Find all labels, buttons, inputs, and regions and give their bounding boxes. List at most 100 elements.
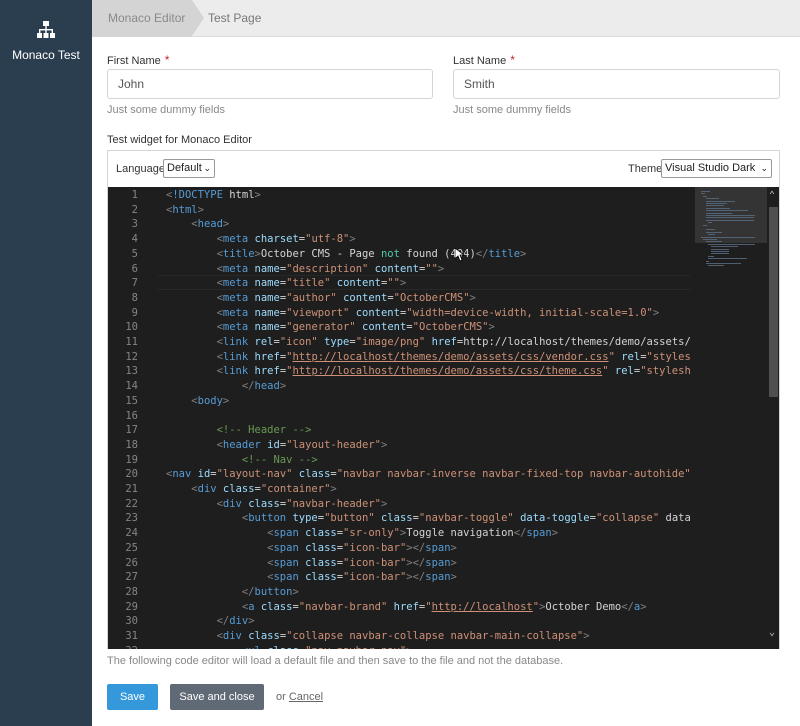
theme-select[interactable]: Visual Studio Dark ⌄ [661,159,772,178]
line-number: 3 [131,218,138,231]
minimap-line [705,219,754,221]
breadcrumb-item-test-page: Test Page [208,11,262,25]
minimap-line [705,200,736,202]
code-line: <meta name="title" content=""> [216,277,407,290]
line-number: 13 [125,365,138,378]
line-number: 9 [131,306,138,319]
theme-label: Theme [628,163,663,175]
chevron-down-icon: ⌄ [203,163,211,173]
line-number: 28 [125,585,138,598]
minimap-line [710,251,729,252]
code-line: <!-- Header --> [166,424,312,437]
line-number: 1 [131,189,138,201]
last-name-input[interactable] [453,69,780,99]
code-line: <span class="sr-only">Toggle navigation<… [267,527,559,540]
minimap-line [705,212,733,214]
line-number: 20 [125,468,138,481]
scrollbar-thumb[interactable] [769,207,778,397]
minimap-line [703,224,707,226]
code-line: <!-- Nav --> [166,453,318,466]
code-line: <title>October CMS - Page not found (404… [216,247,527,260]
minimap-line [708,234,716,236]
code-editor[interactable]: 1 2 3 4 5 6 7 8 9 10 11 12 13 14 15 16 17 18 19 20 21 22 23 24 2… [108,187,779,649]
line-number: 23 [125,512,138,525]
last-name-label-text: Last Name [453,55,507,67]
line-number: 17 [125,424,138,437]
line-number: 15 [125,394,138,407]
code-line: <meta name="description" content=""> [216,262,445,275]
sitemap-icon [36,20,56,40]
line-number: 16 [125,409,138,422]
line-number: 26 [125,556,138,569]
code-line: <ul class="nav navbar-nav"> [166,644,413,649]
save-and-close-button[interactable]: Save and close [170,684,264,710]
line-number: 32 [108,644,138,649]
editor-help-text: The following code editor will load a de… [107,655,564,667]
minimap-line [701,236,755,238]
line-number-gutter: 1 2 3 4 5 6 7 8 9 10 11 12 13 14 15 16 17 18 19 20 21 22 23 24 2… [108,187,158,649]
sidebar-item-monaco-test[interactable]: Monaco Test [0,0,92,80]
scroll-up-icon[interactable]: ⌃ [769,190,775,201]
breadcrumb-item-monaco-editor[interactable]: Monaco Editor [92,0,204,37]
code-line: <meta name="generator" content="OctoberC… [216,321,495,334]
last-name-label: Last Name * [453,53,515,67]
line-number: 21 [125,483,138,495]
line-number: 10 [125,321,138,334]
editor-toolbar: Language Default ⌄ Theme Visual Studio D… [108,151,779,187]
code-line: <a class="navbar-brand" href="http://loc… [241,600,647,613]
line-number: 25 [125,541,138,554]
language-select[interactable]: Default ⌄ [163,159,215,178]
code-line: <button type="button" class="navbar-togg… [241,512,690,525]
minimap-line [710,253,729,255]
minimap-line [710,248,729,250]
code-area[interactable]: <!DOCTYPE html> <html> <head> <meta chars… [158,187,690,649]
code-line: <div class="navbar-header"> [216,497,388,510]
minimap-line [705,231,722,233]
line-number: 24 [125,527,138,540]
save-button[interactable]: Save [107,684,158,710]
code-line: <meta charset="utf-8"> [216,233,356,246]
or-text: or [276,691,286,703]
minimap-line [708,265,725,267]
minimap-line [703,239,718,240]
language-select-value: Default [167,162,202,174]
line-number: 30 [125,615,138,628]
monaco-widget: Language Default ⌄ Theme Visual Studio D… [107,150,780,649]
code-line: <link href="http://localhost/themes/demo… [216,365,690,378]
vertical-scrollbar[interactable]: ⌃ ⌄ [767,187,779,649]
minimap-line [705,205,724,207]
code-line: </button> [241,585,299,598]
cancel-link[interactable]: Cancel [289,691,323,703]
line-number: 2 [131,203,138,216]
mouse-cursor-icon [455,248,465,262]
breadcrumb: Monaco Editor Test Page [92,0,800,37]
scroll-down-icon[interactable]: ⌄ [769,627,775,638]
minimap-line [705,215,755,216]
minimap-line [705,198,719,200]
code-line: <meta name="viewport" content="width=dev… [216,306,660,319]
line-number: 14 [125,380,138,393]
first-name-label: First Name * [107,53,169,67]
sidebar-item-label: Monaco Test [12,48,80,62]
minimap-line [703,195,707,197]
line-number: 27 [125,571,138,584]
code-line: <span class="icon-bar"></span> [267,556,457,569]
code-line: <link rel="icon" type="image/png" href=h… [216,336,690,348]
code-line: <span class="icon-bar"></span> [267,541,457,554]
minimap-line [708,222,713,224]
line-number: 18 [125,438,138,451]
minimap-line [705,260,710,262]
line-number: 12 [125,350,138,363]
minimap-line [705,229,715,231]
code-line: <div class="collapse navbar-collapse nav… [216,630,590,642]
line-number: 6 [131,262,138,275]
code-line: <!DOCTYPE html> [166,189,261,201]
line-number: 29 [125,600,138,613]
first-name-input[interactable] [107,69,433,99]
line-number: 11 [125,336,138,348]
line-number: 8 [131,291,138,304]
line-number: 19 [125,453,138,466]
sidebar: Monaco Test [0,0,92,726]
minimap-line [701,191,710,192]
or-cancel: or Cancel [276,691,323,703]
